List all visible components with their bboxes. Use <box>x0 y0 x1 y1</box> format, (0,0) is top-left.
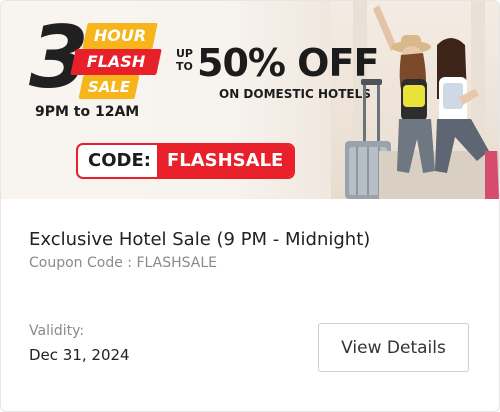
upto-line-1: UP <box>176 47 193 60</box>
code-label: CODE: <box>88 150 151 171</box>
coupon-code-text: Coupon Code : FLASHSALE <box>29 255 217 271</box>
upto-line-2: TO <box>176 60 193 73</box>
upto-label: UP TO <box>176 47 193 73</box>
validity-date: Dec 31, 2024 <box>29 346 130 364</box>
code-value: FLASHSALE <box>156 145 294 177</box>
validity-label: Validity: <box>29 323 85 339</box>
time-range: 9PM to 12AM <box>35 104 140 120</box>
hour-tag: HOUR <box>82 23 158 49</box>
offer-title: Exclusive Hotel Sale (9 PM - Midnight) <box>29 229 371 250</box>
coupon-code-box: CODE: FLASHSALE <box>76 143 296 179</box>
promo-banner[interactable]: 3 HOUR FLASH SALE 9PM to 12AM UP TO 50% … <box>1 1 499 199</box>
hour-label: HOUR <box>93 26 147 45</box>
offer-card[interactable]: 3 HOUR FLASH SALE 9PM to 12AM UP TO 50% … <box>0 0 500 412</box>
sale-label: SALE <box>87 78 131 96</box>
view-details-button[interactable]: View Details <box>318 323 469 372</box>
travelers-illustration <box>345 5 499 199</box>
flash-tag: FLASH <box>70 49 162 75</box>
sale-tag: SALE <box>78 75 140 99</box>
flash-label: FLASH <box>86 52 146 71</box>
